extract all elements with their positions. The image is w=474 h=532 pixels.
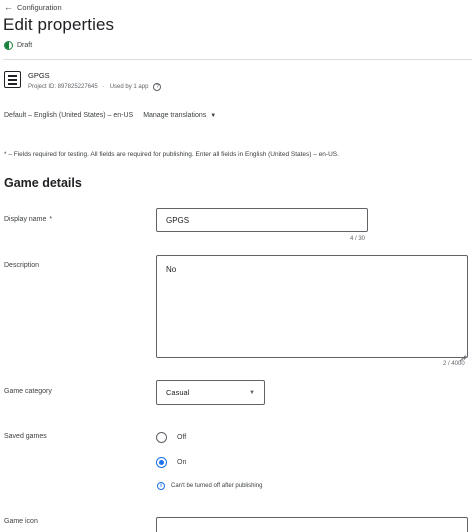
game-icon-label: Game icon [4, 518, 38, 525]
manage-translations-label: Manage translations [143, 112, 207, 119]
status-label: Draft [17, 42, 33, 49]
game-controller-icon [4, 71, 21, 88]
description-label: Description [4, 262, 40, 269]
saved-games-label: Saved games [4, 433, 47, 440]
status-badge: Draft [4, 41, 32, 50]
default-language: Default – English (United States) – en-U… [4, 112, 134, 119]
info-icon: i [157, 482, 165, 490]
manage-translations-button[interactable]: Manage translations ▼ [143, 112, 216, 119]
resize-handle-icon[interactable] [460, 350, 466, 356]
required-fields-note: * – Fields required for testing. All fie… [4, 151, 339, 158]
draft-status-icon [4, 41, 13, 50]
description-textarea[interactable]: No [156, 255, 468, 358]
radio-on-label: On [177, 459, 187, 466]
project-id: Project ID: 897825227645 [28, 84, 98, 90]
saved-games-info-text: Can't be turned off after publishing [171, 483, 263, 489]
help-icon[interactable]: ? [153, 83, 162, 91]
saved-games-off-option[interactable]: Off [156, 432, 186, 443]
radio-off-label: Off [177, 434, 187, 441]
project-info: Project ID: 897825227645 · Used by 1 app… [28, 83, 162, 91]
game-category-select[interactable]: Casual ▼ [156, 380, 265, 405]
header-divider [3, 59, 472, 60]
game-category-value: Casual [166, 388, 190, 397]
required-mark: * [49, 216, 53, 223]
used-by-label: Used by 1 app [109, 84, 149, 90]
description-value: No [166, 265, 177, 274]
chevron-down-icon: ▼ [210, 112, 217, 119]
back-link-label: Configuration [17, 2, 62, 12]
radio-off[interactable] [156, 432, 167, 443]
saved-games-info: i Can't be turned off after publishing [157, 482, 262, 490]
game-name: GPGS [28, 71, 50, 80]
back-arrow-icon: ← [4, 1, 13, 12]
game-category-label: Game category [4, 388, 52, 395]
back-link[interactable]: ← Configuration [4, 2, 62, 12]
separator-dot: · [102, 84, 105, 90]
language-row: Default – English (United States) – en-U… [4, 112, 216, 119]
display-name-label: Display name * [4, 216, 52, 223]
saved-games-on-option[interactable]: On [156, 457, 186, 468]
page-title: Edit properties [3, 15, 115, 34]
display-name-label-text: Display name [4, 216, 47, 223]
section-title: Game details [4, 176, 82, 190]
game-icon-upload[interactable] [156, 517, 468, 532]
display-name-counter: 4 / 30 [350, 236, 366, 242]
dropdown-arrow-icon: ▼ [249, 389, 255, 396]
radio-on[interactable] [156, 457, 167, 468]
description-counter: 2 / 4000 [443, 361, 465, 367]
display-name-input[interactable]: GPGS [156, 208, 368, 232]
